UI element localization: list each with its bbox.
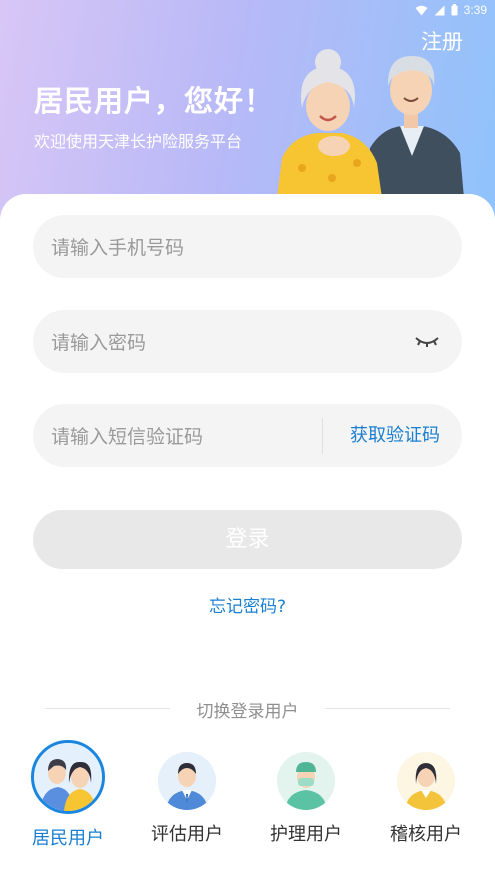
login-button[interactable]: 登录 <box>33 510 462 569</box>
forgot-password-link[interactable]: 忘记密码? <box>0 592 495 617</box>
status-time: 3:39 <box>463 3 487 17</box>
battery-icon <box>451 4 458 16</box>
user-type-nurse[interactable]: 护理用户 <box>251 738 361 846</box>
eye-closed-icon[interactable] <box>414 332 440 352</box>
sms-code-input[interactable] <box>49 404 323 469</box>
nurse-user-icon <box>277 752 335 810</box>
divider-line-right <box>325 708 450 709</box>
assessor-user-icon <box>158 752 216 810</box>
get-code-button[interactable]: 获取验证码 <box>350 404 440 467</box>
user-type-resident[interactable]: 居民用户 <box>13 738 123 850</box>
user-type-auditor[interactable]: 稽核用户 <box>371 738 481 846</box>
platform-subtitle: 欢迎使用天津长护险服务平台 <box>34 132 243 151</box>
sms-code-field[interactable]: 获取验证码 <box>33 404 462 469</box>
switch-user-divider: 切换登录用户 <box>45 697 450 722</box>
user-type-label: 居民用户 <box>32 828 104 849</box>
user-type-assessor[interactable]: 评估用户 <box>132 738 242 846</box>
auditor-user-icon <box>397 752 455 810</box>
user-type-label: 护理用户 <box>270 824 342 845</box>
password-input[interactable] <box>49 310 323 375</box>
wifi-icon <box>415 5 428 15</box>
switch-user-title: 切换登录用户 <box>196 702 299 722</box>
user-type-label: 稽核用户 <box>390 824 462 845</box>
signal-icon <box>434 5 445 15</box>
field-divider <box>322 418 323 454</box>
elderly-couple-illustration <box>277 49 464 198</box>
resident-users-icon <box>31 740 105 814</box>
password-field[interactable] <box>33 310 462 375</box>
phone-field[interactable] <box>33 215 462 280</box>
user-type-label: 评估用户 <box>151 824 223 845</box>
phone-input[interactable] <box>49 215 323 280</box>
greeting-title: 居民用户，您好！ <box>34 84 275 118</box>
status-bar: 3:39 <box>0 0 495 20</box>
